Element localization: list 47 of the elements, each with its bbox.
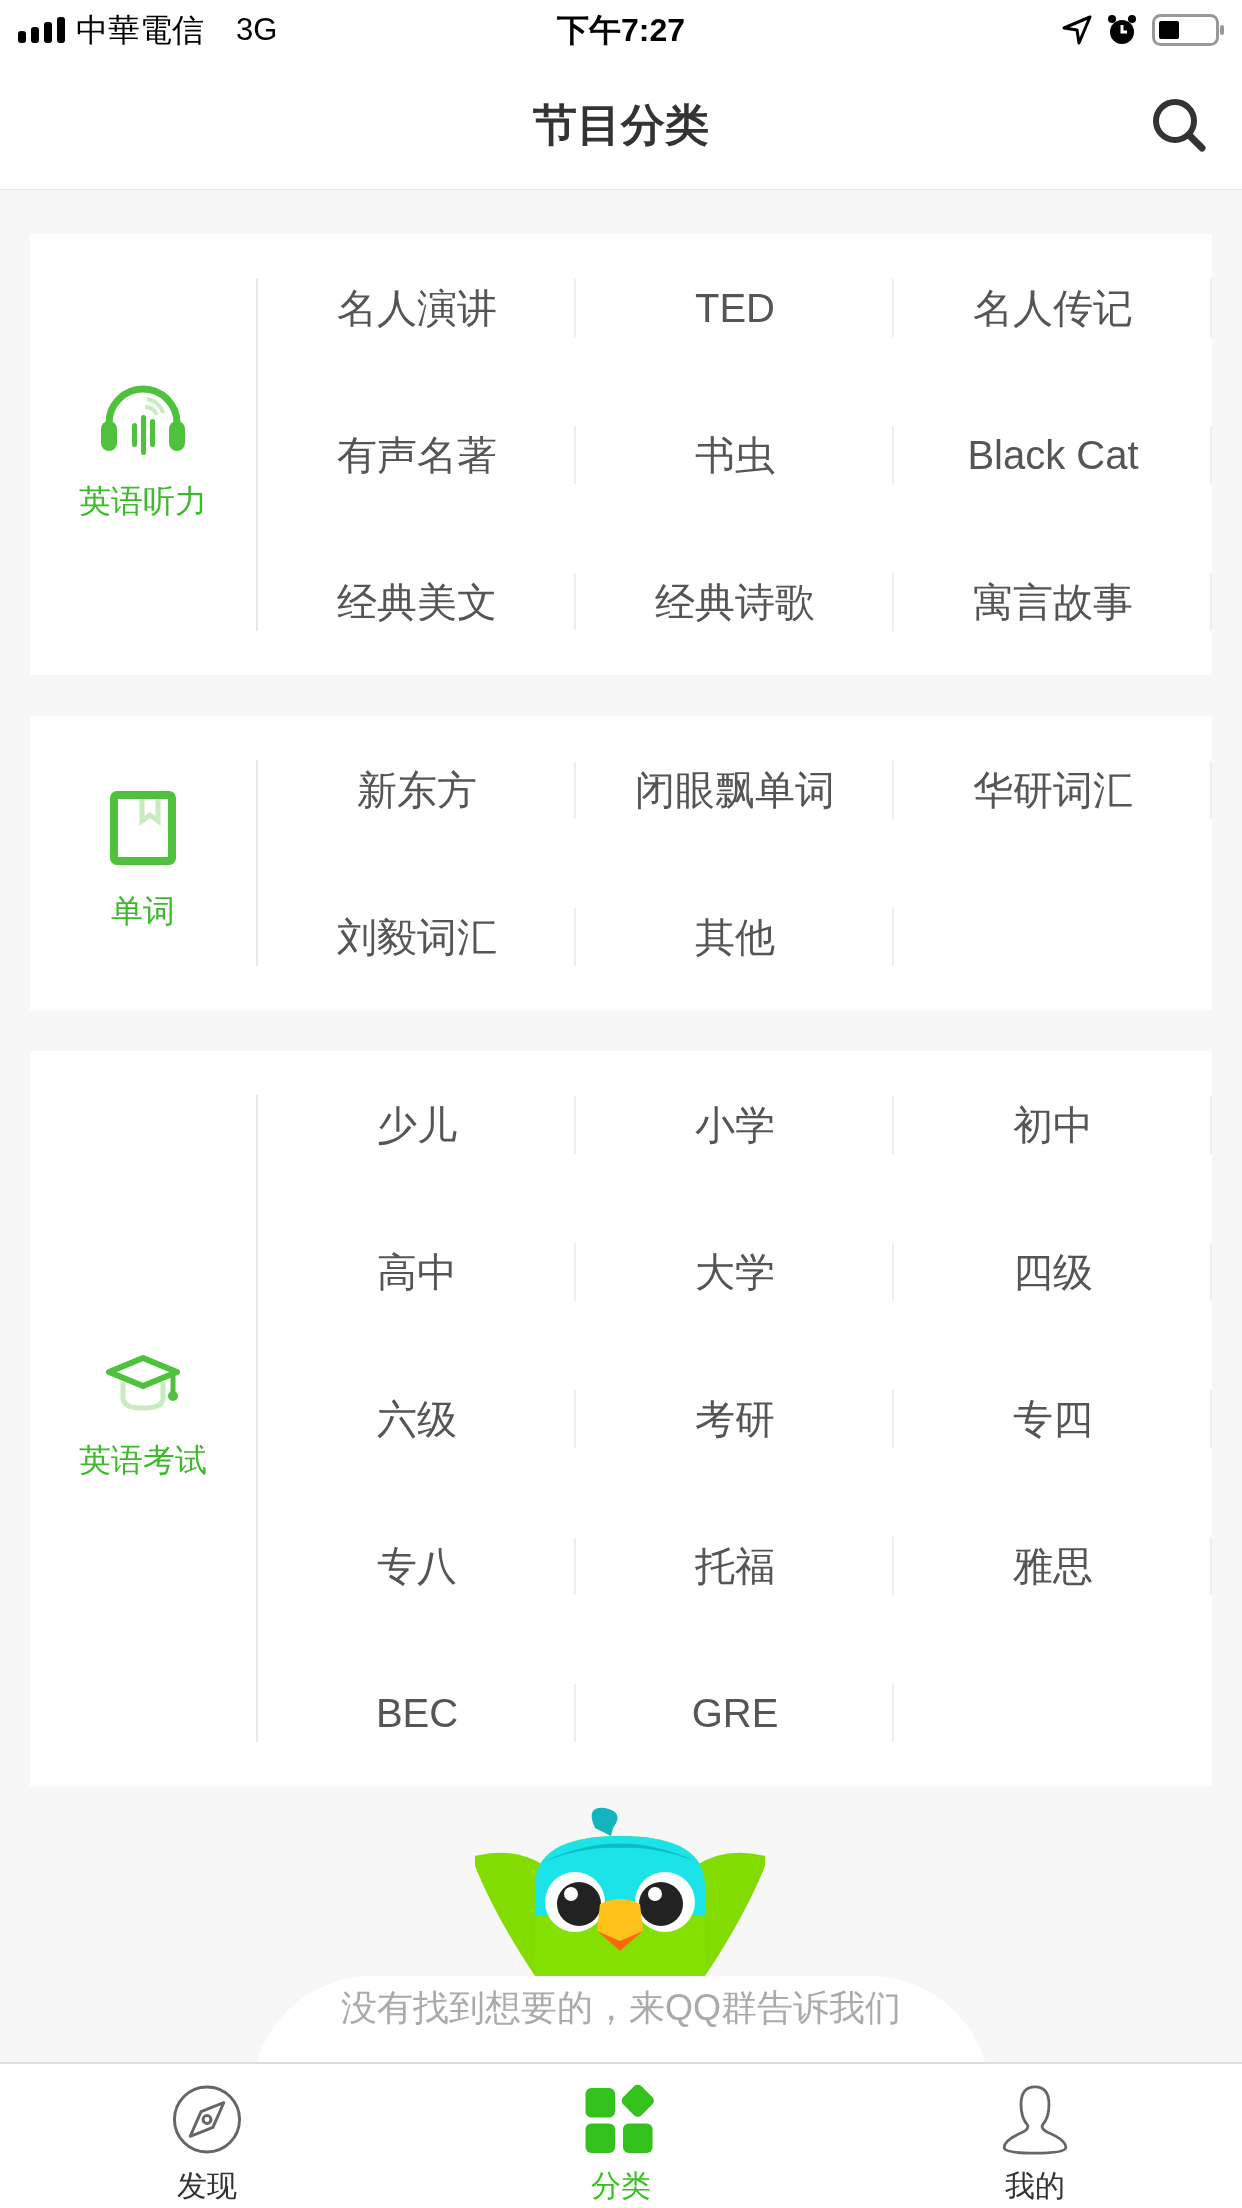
category-item[interactable]: 经典美文 (337, 571, 497, 632)
category-title: 英语考试 (79, 1440, 207, 1480)
book-icon (110, 791, 176, 865)
category-item[interactable]: 新东方 (357, 759, 477, 820)
category-item[interactable]: 托福 (695, 1535, 775, 1596)
category-item[interactable]: 闭眼飘单词 (635, 759, 835, 820)
category-item[interactable]: 大学 (695, 1241, 775, 1302)
battery-icon (1152, 14, 1224, 46)
category-item[interactable]: 六级 (377, 1388, 457, 1449)
category-item[interactable]: 书虫 (695, 424, 775, 485)
headphones-icon (101, 384, 185, 455)
category-item[interactable]: GRE (691, 1682, 779, 1743)
compass-icon (171, 2084, 243, 2155)
category-item[interactable]: 华研词汇 (973, 759, 1133, 820)
category-item[interactable]: 专八 (377, 1535, 457, 1596)
category-item[interactable]: 专四 (1013, 1388, 1093, 1449)
page-title: 节目分类 (533, 98, 709, 151)
category-item[interactable]: BEC (375, 1682, 459, 1743)
tab-bar-item[interactable]: 发现 (0, 2064, 414, 2208)
category-grid-icon (585, 2084, 657, 2155)
network-type: 3G (236, 10, 278, 49)
alarm-icon (1106, 14, 1138, 46)
category-item[interactable]: 寓言故事 (973, 571, 1133, 632)
category-item[interactable]: 考研 (695, 1388, 775, 1449)
category-item[interactable]: 刘毅词汇 (337, 906, 497, 967)
feedback-hint: 没有找到想要的，来QQ群告诉我们 (341, 1990, 901, 2026)
category-item[interactable]: Black Cat (967, 424, 1139, 485)
category-item[interactable]: 名人传记 (973, 277, 1133, 338)
category-item[interactable]: 其他 (695, 906, 775, 967)
category-item[interactable]: 经典诗歌 (655, 571, 815, 632)
category-item[interactable]: 名人演讲 (337, 277, 497, 338)
category-title: 英语听力 (79, 481, 207, 521)
category-item[interactable]: 高中 (377, 1241, 457, 1302)
category-item[interactable]: 初中 (1013, 1094, 1093, 1155)
signal-icon (18, 17, 66, 43)
category-item[interactable]: 有声名著 (337, 424, 497, 485)
search-button[interactable] (1150, 96, 1208, 154)
tab-bar-item[interactable]: 我的 (828, 2064, 1242, 2208)
category-item[interactable]: 少儿 (377, 1094, 457, 1155)
category-item[interactable]: 小学 (695, 1094, 775, 1155)
carrier-name: 中華電信 (76, 11, 204, 50)
category-item[interactable]: 雅思 (1013, 1535, 1093, 1596)
status-time: 下午7:27 (557, 11, 685, 50)
category-item[interactable]: TED (695, 277, 775, 338)
location-arrow-icon (1062, 15, 1092, 45)
category-item[interactable]: 四级 (1013, 1241, 1093, 1302)
category-title: 单词 (111, 892, 175, 931)
